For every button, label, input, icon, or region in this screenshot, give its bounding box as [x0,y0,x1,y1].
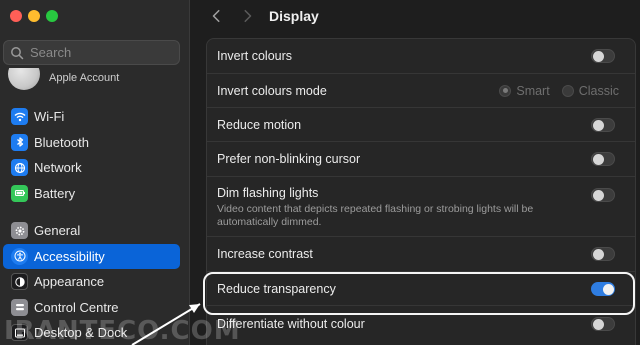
sidebar: Apple Account Wi-Fi Bluetooth Network Ba… [0,0,190,345]
chevron-right-icon [244,9,252,23]
setting-row-reduce-motion: Reduce motion [207,108,635,142]
setting-label: Dim flashing lights [217,186,319,200]
page-title: Display [269,8,319,24]
close-window-button[interactable] [10,10,22,22]
setting-text: Dim flashing lights Video content that d… [217,186,557,229]
sidebar-item-battery[interactable]: Battery [3,181,180,207]
battery-icon [11,184,28,202]
toggle-knob [593,51,604,62]
search-input[interactable] [30,45,170,60]
sidebar-item-label: Accessibility [34,248,105,264]
setting-row-dim-flashing: Dim flashing lights Video content that d… [207,177,635,237]
radio-indicator [499,84,512,97]
radio-label: Smart [516,83,550,98]
appearance-icon [11,273,28,291]
sidebar-item-general[interactable]: General [3,218,180,244]
watermark: IRANTECO.COM [4,316,241,345]
sidebar-item-label: Control Centre [34,299,119,315]
apple-account-item[interactable]: Apple Account [8,68,183,92]
setting-label: Reduce motion [217,117,302,132]
wifi-icon [11,108,28,126]
sidebar-item-bluetooth[interactable]: Bluetooth [3,130,180,156]
reduce-motion-toggle[interactable] [591,117,615,132]
avatar [8,68,40,90]
window-controls [10,10,58,22]
sidebar-item-label: Wi-Fi [34,109,65,125]
sidebar-item-label: Appearance [34,274,105,290]
apple-account-label: Apple Account [49,72,120,84]
radio-label: Classic [578,83,619,98]
control-centre-icon [11,298,28,316]
differentiate-without-colour-toggle[interactable] [591,316,615,331]
sidebar-group-network: Wi-Fi Bluetooth Network Battery [0,104,190,206]
radio-indicator [561,84,574,97]
toggle-knob [593,119,604,131]
toolbar: Display [191,0,640,32]
sidebar-item-label: Battery [34,185,76,201]
highlight-outline [203,272,635,315]
setting-label: Invert colours mode [217,83,327,98]
search-icon [11,46,24,59]
dim-flashing-toggle[interactable] [591,188,615,202]
invert-colours-toggle[interactable] [591,49,615,63]
non-blinking-cursor-toggle[interactable] [591,152,615,166]
accessibility-icon [11,247,28,265]
sidebar-item-accessibility[interactable]: Accessibility [3,243,180,269]
sidebar-item-label: Network [34,160,82,176]
toggle-knob [593,190,604,201]
sidebar-item-appearance[interactable]: Appearance [3,269,180,295]
increase-contrast-toggle[interactable] [591,247,615,261]
setting-row-invert-colours: Invert colours [207,39,635,74]
setting-label: Prefer non-blinking cursor [217,152,361,166]
minimize-window-button[interactable] [28,10,40,22]
sidebar-item-label: Bluetooth [34,134,89,150]
sidebar-item-label: General [34,223,81,239]
radio-smart[interactable]: Smart [499,83,550,98]
setting-row-invert-mode: Invert colours mode Smart Classic [207,74,635,108]
chevron-left-icon [212,9,220,23]
setting-description: Video content that depicts repeated flas… [217,203,534,228]
invert-mode-radio-group: Smart Classic [499,84,619,98]
zoom-window-button[interactable] [46,10,58,22]
sidebar-item-wifi[interactable]: Wi-Fi [3,104,180,130]
globe-icon [11,159,28,177]
setting-row-increase-contrast: Increase contrast [207,237,635,272]
toggle-knob [593,249,604,260]
search-field[interactable] [3,40,180,65]
setting-label: Invert colours [217,49,293,63]
sidebar-item-network[interactable]: Network [3,155,180,181]
bluetooth-icon [11,133,28,151]
toggle-knob [593,318,604,330]
setting-row-non-blinking-cursor: Prefer non-blinking cursor [207,142,635,177]
forward-button[interactable] [239,8,255,24]
back-button[interactable] [209,8,225,24]
setting-label: Increase contrast [217,247,313,261]
radio-classic[interactable]: Classic [561,83,619,98]
toggle-knob [593,154,604,165]
gear-icon [11,222,28,240]
